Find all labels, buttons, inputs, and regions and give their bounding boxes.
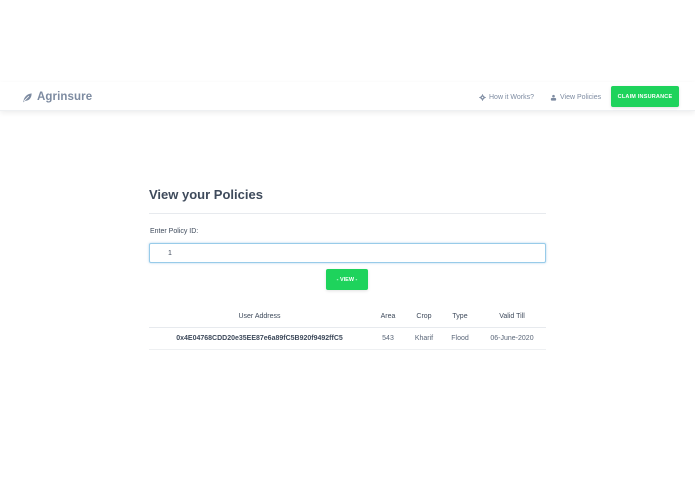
table-header-row: User Address Area Crop Type Valid Till (149, 306, 546, 328)
view-button[interactable]: - VIEW - (326, 269, 368, 290)
table-row: 0x4E04768CDD20e35EE87e6a89fC5B920f9492ff… (149, 327, 546, 350)
cell-type: Flood (442, 327, 478, 350)
top-navbar: Agrinsure How it Works? View Policies CL… (0, 82, 695, 111)
cell-crop: Kharif (406, 327, 442, 350)
divider (149, 213, 546, 214)
cell-area: 543 (370, 327, 406, 350)
header-crop: Crop (406, 306, 442, 328)
cell-user-address: 0x4E04768CDD20e35EE87e6a89fC5B920f9492ff… (149, 327, 370, 350)
cell-valid-till: 06-June-2020 (478, 327, 546, 350)
nav-link-how-it-works[interactable]: How it Works? (479, 91, 534, 103)
brand-name: Agrinsure (37, 91, 93, 103)
nav-link-label: How it Works? (489, 93, 534, 101)
nav-link-view-policies[interactable]: View Policies (550, 91, 601, 103)
gear-icon (479, 93, 486, 101)
header-user-address: User Address (149, 306, 370, 328)
policies-table: User Address Area Crop Type Valid Till 0… (149, 306, 546, 350)
leaf-icon (23, 92, 32, 102)
nav-link-label: View Policies (560, 93, 602, 101)
header-type: Type (442, 306, 478, 328)
policy-id-label: Enter Policy ID: (150, 228, 199, 235)
claim-insurance-button[interactable]: CLAIM INSURANCE (611, 86, 679, 107)
header-area: Area (370, 306, 406, 328)
header-valid-till: Valid Till (478, 306, 546, 328)
page-title: View your Policies (149, 187, 263, 202)
policy-id-input[interactable] (149, 243, 546, 263)
brand-logo[interactable]: Agrinsure (22, 89, 92, 105)
users-icon (550, 94, 557, 101)
